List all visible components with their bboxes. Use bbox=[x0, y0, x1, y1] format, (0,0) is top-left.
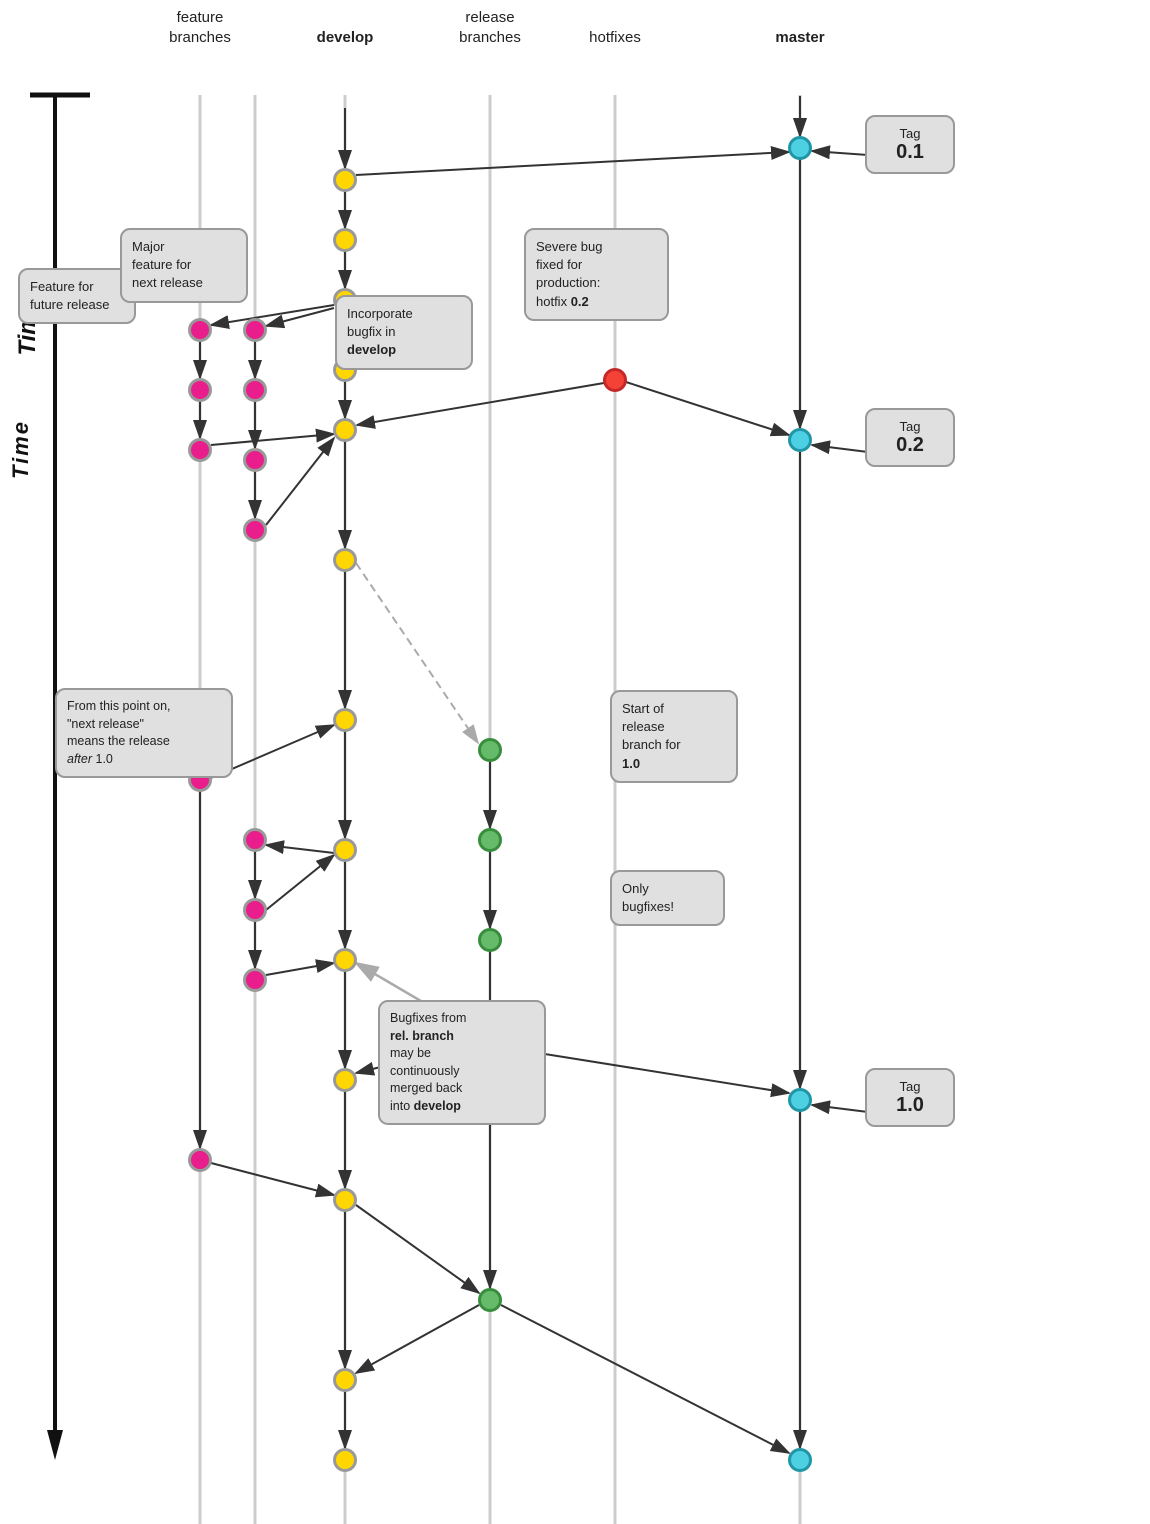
bubble-feature-future: Feature for future release bbox=[18, 268, 136, 324]
master-node-01 bbox=[788, 136, 812, 160]
master-node-final bbox=[788, 1448, 812, 1472]
feature2-node-4 bbox=[243, 518, 267, 542]
diagram: feature branches develop release branche… bbox=[0, 0, 1150, 1524]
bubble-bugfixes-from: Bugfixes fromrel. branchmay becontinuous… bbox=[378, 1000, 546, 1125]
bubble-next-release: From this point on,"next release"means t… bbox=[55, 688, 233, 778]
develop-node-7 bbox=[333, 708, 357, 732]
develop-node-13 bbox=[333, 1448, 357, 1472]
feature1-node-1 bbox=[188, 318, 212, 342]
bubble-major-feature: Majorfeature fornext release bbox=[120, 228, 248, 303]
col-header-hotfixes: hotfixes bbox=[560, 28, 670, 48]
feature1-node-2 bbox=[188, 378, 212, 402]
time-axis-label: Time bbox=[8, 420, 34, 479]
release-node-2 bbox=[478, 828, 502, 852]
develop-node-1 bbox=[333, 168, 357, 192]
develop-node-5 bbox=[333, 418, 357, 442]
tag-box-01: Tag 0.1 bbox=[865, 115, 955, 174]
feature2-node-1 bbox=[243, 318, 267, 342]
feature1-node-3 bbox=[188, 438, 212, 462]
feature2-node-3 bbox=[243, 448, 267, 472]
develop-node-9 bbox=[333, 948, 357, 972]
tag-box-10: Tag 1.0 bbox=[865, 1068, 955, 1127]
bubble-severe-bug: Severe bugfixed forproduction:hotfix 0.2 bbox=[524, 228, 669, 321]
hotfix-node-1 bbox=[603, 368, 627, 392]
col-header-master: master bbox=[745, 28, 855, 48]
bubble-start-release: Start ofreleasebranch for1.0 bbox=[610, 690, 738, 783]
col-header-release: release branches bbox=[430, 8, 550, 47]
feature2-node-2 bbox=[243, 378, 267, 402]
feature2-node-6 bbox=[243, 898, 267, 922]
develop-node-12 bbox=[333, 1368, 357, 1392]
bubble-incorporate-bugfix: Incorporatebugfix indevelop bbox=[335, 295, 473, 370]
master-node-02 bbox=[788, 428, 812, 452]
col-header-develop: develop bbox=[295, 28, 395, 48]
release-node-3 bbox=[478, 928, 502, 952]
develop-node-11 bbox=[333, 1188, 357, 1212]
develop-node-8 bbox=[333, 838, 357, 862]
master-node-10 bbox=[788, 1088, 812, 1112]
tag-box-02: Tag 0.2 bbox=[865, 408, 955, 467]
feature2-node-5 bbox=[243, 828, 267, 852]
develop-node-10 bbox=[333, 1068, 357, 1092]
release-node-1 bbox=[478, 738, 502, 762]
feature1-node-5 bbox=[188, 1148, 212, 1172]
develop-node-6 bbox=[333, 548, 357, 572]
col-header-feature: feature branches bbox=[140, 8, 260, 47]
release-node-5 bbox=[478, 1288, 502, 1312]
bubble-only-bugfixes: Onlybugfixes! bbox=[610, 870, 725, 926]
develop-node-2 bbox=[333, 228, 357, 252]
feature2-node-7 bbox=[243, 968, 267, 992]
